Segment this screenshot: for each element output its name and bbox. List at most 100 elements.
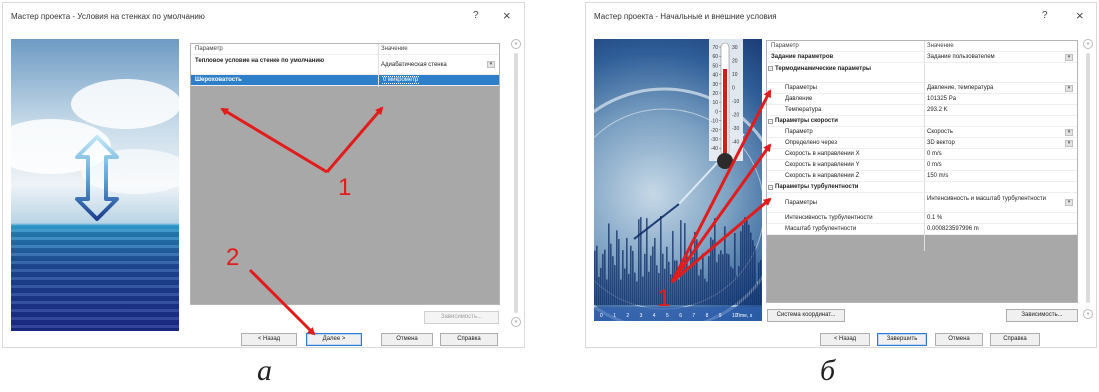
svg-text:20: 20 xyxy=(712,91,718,97)
back-button[interactable]: < Назад xyxy=(820,333,870,346)
svg-text:60: 60 xyxy=(712,54,718,60)
svg-text:50: 50 xyxy=(712,63,718,69)
dropdown-arrow-icon[interactable]: ▾ xyxy=(1065,85,1073,92)
help-title-button[interactable]: ? xyxy=(473,10,479,21)
annotation-label-2: 2 xyxy=(226,244,240,271)
svg-text:-20: -20 xyxy=(711,128,718,134)
dropdown-arrow-icon[interactable]: ▾ xyxy=(1065,54,1073,61)
collapse-icon[interactable]: − xyxy=(768,66,773,71)
close-button[interactable]: × xyxy=(503,8,511,23)
param-name: Задание параметров xyxy=(771,54,834,60)
collapse-icon[interactable]: − xyxy=(768,119,773,124)
help-button[interactable]: Справка xyxy=(440,333,498,346)
property-grid[interactable]: Параметр Значение Задание параметров Зад… xyxy=(766,40,1078,303)
coordinate-system-button[interactable]: Система координат... xyxy=(767,309,845,322)
annotation-label-1: 1 xyxy=(338,174,352,201)
svg-text:0: 0 xyxy=(715,109,718,115)
svg-text:1: 1 xyxy=(613,313,616,319)
grid-row-turbulence-intensity[interactable]: Интенсивность турбулентности 0.1 % xyxy=(767,213,1077,224)
back-button[interactable]: < Назад xyxy=(241,333,297,346)
svg-text:10: 10 xyxy=(732,72,738,78)
svg-text:7: 7 xyxy=(692,313,695,319)
svg-text:-40: -40 xyxy=(711,146,718,152)
grid-row-velocity-z[interactable]: Скорость в направлении Z 150 m/s xyxy=(767,171,1077,182)
param-value[interactable]: Адиабатическая стенка xyxy=(381,61,447,69)
grid-row-thermo-params[interactable]: Параметры Давление, температура ▾ xyxy=(767,83,1077,94)
svg-text:-40: -40 xyxy=(732,140,739,146)
dependency-button[interactable]: Зависимость... xyxy=(1006,309,1078,322)
svg-text:-30: -30 xyxy=(732,126,739,132)
scroll-up-icon[interactable]: » xyxy=(1083,39,1093,49)
param-value[interactable]: 3D вектор xyxy=(927,138,955,149)
help-title-button[interactable]: ? xyxy=(1042,10,1048,21)
grid-row-velocity-x[interactable]: Скорость в направлении X 0 m/s xyxy=(767,149,1077,160)
param-value[interactable]: 0 m/s xyxy=(927,160,942,171)
svg-text:5: 5 xyxy=(666,313,669,319)
grid-group-velocity[interactable]: − Параметры скорости xyxy=(767,116,1077,127)
grid-row-velocity-param[interactable]: Параметр Скорость ▾ xyxy=(767,127,1077,138)
scroll-down-icon[interactable]: » xyxy=(511,317,521,327)
param-value[interactable]: Задание пользователем xyxy=(927,52,995,63)
caption-b: б xyxy=(820,354,836,387)
dependency-button[interactable]: Зависимость... xyxy=(424,311,499,324)
grid-row-param-definition[interactable]: Задание параметров Задание пользователем… xyxy=(767,52,1077,63)
param-value[interactable]: 0 микрометр xyxy=(381,75,421,86)
dropdown-arrow-icon[interactable]: ▾ xyxy=(1065,199,1073,206)
grid-row-roughness[interactable]: Шероховатость 0 микрометр xyxy=(191,75,499,86)
grid-row-turbulence-params[interactable]: Параметры Интенсивность и масштаб турбул… xyxy=(767,193,1077,213)
grid-row-pressure[interactable]: Давление 101325 Pa xyxy=(767,94,1077,105)
param-name: Интенсивность турбулентности xyxy=(785,215,873,221)
svg-text:4: 4 xyxy=(653,313,656,319)
dropdown-arrow-icon[interactable]: ▾ xyxy=(487,61,495,68)
help-button[interactable]: Справка xyxy=(990,333,1040,346)
param-name: Тепловое условие на стенке по умолчанию xyxy=(195,58,325,64)
collapse-icon[interactable]: − xyxy=(768,185,773,190)
scroll-down-icon[interactable]: » xyxy=(1083,309,1093,319)
grid-group-thermodynamic[interactable]: − Термодинамические параметры xyxy=(767,63,1077,83)
param-name: Масштаб турбулентности xyxy=(785,226,857,232)
bidirectional-arrow-icon xyxy=(75,135,119,221)
initial-conditions-illustration: 70 60 50 40 30 20 10 0 -10 -20 -30 -40 30 20 10 0 -10 -2… xyxy=(594,39,762,321)
grid-row-thermal-condition[interactable]: Тепловое условие на стенке по умолчанию … xyxy=(191,55,499,75)
grid-row-defined-by[interactable]: Определено через 3D вектор ▾ xyxy=(767,138,1077,149)
param-value[interactable]: Интенсивность и масштаб турбулентности xyxy=(927,195,1047,203)
svg-text:6: 6 xyxy=(679,313,682,319)
header-parameter: Параметр xyxy=(195,46,223,52)
param-name: Температура xyxy=(785,107,822,113)
apply-button[interactable]: Завершить xyxy=(877,333,927,346)
close-button[interactable]: × xyxy=(1076,8,1084,23)
param-name: Давление xyxy=(785,96,813,102)
scroll-up-icon[interactable]: » xyxy=(511,39,521,49)
grid-row-temperature[interactable]: Температура 293.2 K xyxy=(767,105,1077,116)
param-value[interactable]: 0.000823597996 m xyxy=(927,224,979,235)
grid-row-velocity-y[interactable]: Скорость в направлении Y 0 m/s xyxy=(767,160,1077,171)
svg-text:3: 3 xyxy=(640,313,643,319)
grid-header: Параметр Значение xyxy=(191,44,499,55)
param-value[interactable]: 293.2 K xyxy=(927,105,948,116)
param-value[interactable]: Давление, температура xyxy=(927,83,993,94)
wall-conditions-illustration xyxy=(11,39,179,331)
cancel-button[interactable]: Отмена xyxy=(935,333,983,346)
annotation-label-1-b: 1 xyxy=(657,285,671,312)
param-value[interactable]: 0.1 % xyxy=(927,213,942,224)
dialog-title: Мастер проекта - Начальные и внешние усл… xyxy=(594,12,777,21)
header-parameter: Параметр xyxy=(771,43,799,49)
dropdown-arrow-icon[interactable]: ▾ xyxy=(1065,129,1073,136)
svg-text:-10: -10 xyxy=(732,99,739,105)
grid-group-turbulence[interactable]: − Параметры турбулентности xyxy=(767,182,1077,193)
param-name: Шероховатость xyxy=(195,77,242,83)
grid-row-turbulence-scale[interactable]: Масштаб турбулентности 0.000823597996 m xyxy=(767,224,1077,235)
svg-text:70: 70 xyxy=(712,45,718,51)
cancel-button[interactable]: Отмена xyxy=(381,333,433,346)
svg-text:-20: -20 xyxy=(732,113,739,119)
param-value[interactable]: 0 m/s xyxy=(927,149,942,160)
param-value[interactable]: 101325 Pa xyxy=(927,94,956,105)
dropdown-arrow-icon[interactable]: ▾ xyxy=(1065,140,1073,147)
param-value[interactable]: 150 m/s xyxy=(927,171,948,182)
vertical-scrollbar[interactable]: » » xyxy=(510,39,522,329)
thermometer-bulb xyxy=(717,153,733,169)
next-button[interactable]: Далее > xyxy=(306,333,362,346)
vertical-scrollbar[interactable]: » » xyxy=(1082,39,1094,321)
param-value[interactable]: Скорость xyxy=(927,127,953,138)
group-name: Параметры скорости xyxy=(775,118,838,124)
